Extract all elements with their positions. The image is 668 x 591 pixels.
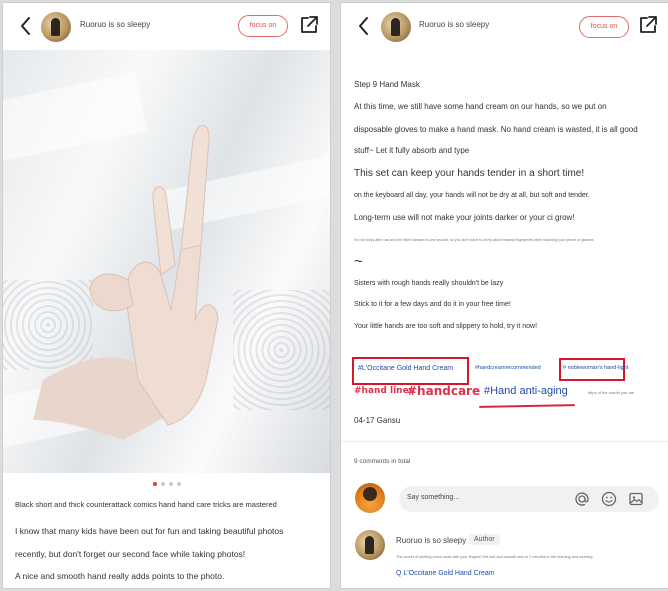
avatar[interactable]: [41, 12, 71, 42]
carousel-dot[interactable]: [152, 482, 157, 486]
hashtag-link[interactable]: #Hand anti-aging: [484, 385, 568, 397]
body-line: I know that many kids have been out for …: [15, 526, 284, 536]
comment-placeholder: Say something...: [407, 494, 460, 501]
body-line: Your little hands are too soft and slipp…: [354, 323, 538, 330]
hand-illustration: [33, 125, 219, 440]
share-icon[interactable]: [299, 15, 319, 35]
image-icon[interactable]: [628, 491, 644, 507]
post-screen-right: Ruoruo is so sleepy focus on Step 9 Hand…: [340, 2, 668, 589]
username[interactable]: Ruoruo is so sleepy: [80, 20, 150, 29]
top-bar: Ruoruo is so sleepy focus on: [3, 3, 330, 49]
hashtag-link[interactable]: #hand lines: [354, 386, 414, 396]
carousel-dot[interactable]: [168, 482, 173, 486]
top-bar: Ruoruo is so sleepy focus on: [341, 3, 668, 49]
my-avatar[interactable]: [355, 483, 385, 513]
body-line: At this time, we still have some hand cr…: [354, 102, 607, 111]
body-line: ~: [354, 253, 363, 270]
focus-button[interactable]: focus on: [579, 16, 629, 38]
at-mention-icon[interactable]: [574, 491, 590, 507]
divider: [341, 441, 668, 442]
body-line: disposable gloves to make a hand mask. N…: [354, 125, 638, 134]
share-icon[interactable]: [638, 15, 658, 35]
body-line: stuff~ Let it fully absorb and type: [354, 146, 470, 155]
focus-button[interactable]: focus on: [238, 15, 288, 37]
post-date-location: 04-17 Gansu: [354, 416, 401, 425]
body-line: Stick to it for a few days and do it in …: [354, 301, 511, 308]
hashtag-link[interactable]: #L'Occitane Gold Hand Cream: [358, 365, 453, 372]
hashtag-link[interactable]: # noblewoman's hand-light: [563, 365, 628, 371]
back-arrow-icon[interactable]: [355, 15, 373, 37]
highlight-underline: [478, 404, 576, 408]
back-arrow-icon[interactable]: [17, 15, 35, 37]
hashtag-link[interactable]: #handcare: [407, 384, 480, 398]
body-line: Long-term use will not make your joints …: [354, 213, 575, 222]
comment-author-avatar[interactable]: [355, 530, 385, 560]
hashtag-link[interactable]: #tips of the month you are: [588, 390, 634, 395]
username[interactable]: Ruoruo is so sleepy: [419, 20, 489, 29]
post-title: Black short and thick counterattack comi…: [15, 500, 277, 509]
comments-count: 9 comments in total: [354, 458, 411, 465]
comment-product-link[interactable]: Q L'Occitane Gold Hand Cream: [396, 570, 495, 577]
comment-author-name[interactable]: Ruoruo is so sleepy: [396, 536, 466, 545]
emoji-icon[interactable]: [601, 491, 617, 507]
avatar[interactable]: [381, 12, 411, 42]
body-line: This set can keep your hands tender in a…: [354, 168, 585, 179]
body-line: Sisters with rough hands really shouldn'…: [354, 280, 504, 287]
comment-input[interactable]: Say something...: [399, 486, 659, 512]
post-screen-left: Ruoruo is so sleepy focus on Black short…: [2, 2, 331, 589]
carousel-dot[interactable]: [176, 482, 181, 486]
body-line: A nice and smooth hand really adds point…: [15, 571, 225, 581]
author-badge: Author: [469, 534, 500, 545]
carousel-indicator: [3, 482, 330, 486]
body-line: It's not clicky after use and the fitted…: [354, 238, 594, 242]
body-line: on the keyboard all day, your hands will…: [354, 192, 590, 199]
post-photo[interactable]: [3, 50, 330, 473]
comment-text: The secret of peeling onion roots with y…: [396, 555, 593, 559]
body-line: recently, but don't forget our second fa…: [15, 549, 246, 559]
body-line: Step 9 Hand Mask: [354, 80, 420, 89]
carousel-dot[interactable]: [160, 482, 165, 486]
hashtag-link[interactable]: #handcreamrecommended: [475, 365, 541, 371]
